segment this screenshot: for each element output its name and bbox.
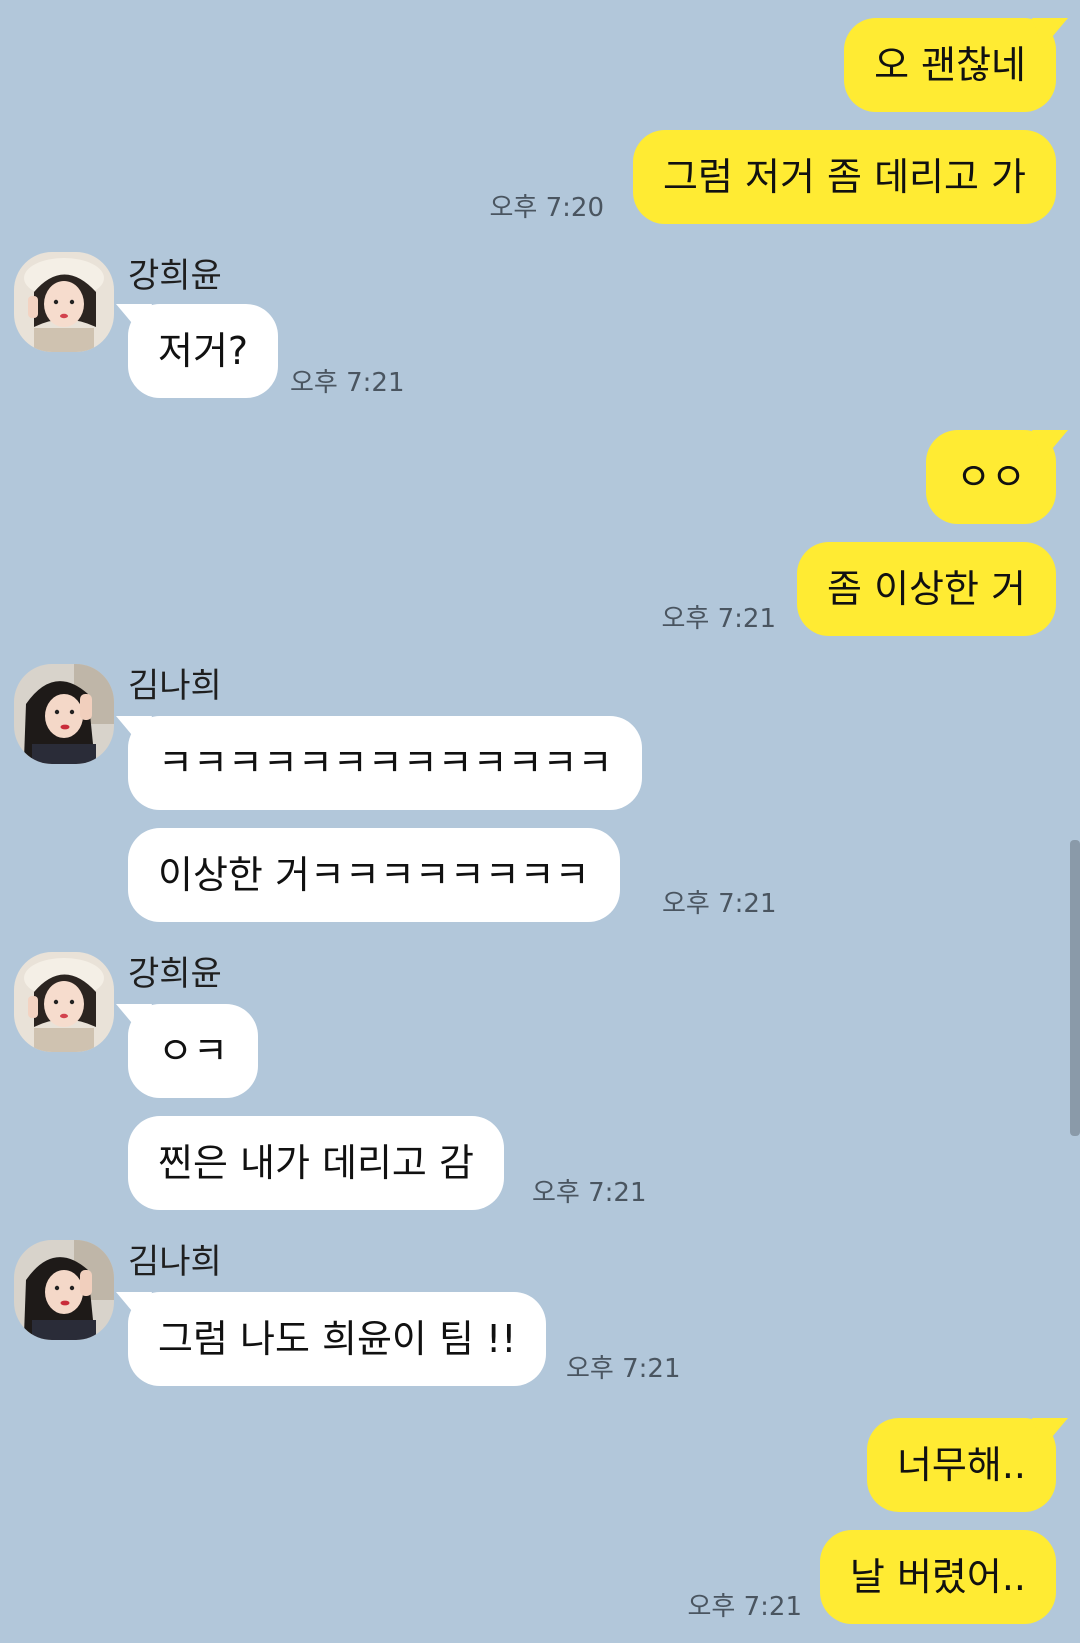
message-text: ㅇㅇ xyxy=(956,455,1026,499)
timestamp: 오후 7:21 xyxy=(532,1178,647,1208)
timestamp: 오후 7:21 xyxy=(687,1592,803,1622)
profile-photo-icon xyxy=(14,1240,114,1340)
avatar-heeyun[interactable] xyxy=(14,252,114,352)
their-message-bubble[interactable]: ㅇㅋ xyxy=(116,1004,258,1098)
message-text: 날 버렸어.. xyxy=(849,1555,1026,1599)
message-text: 찐은 내가 데리고 감 xyxy=(158,1141,474,1185)
sender-name: 김나희 xyxy=(128,1242,222,1282)
message-text: 그럼 나도 희윤이 팀 !! xyxy=(158,1317,517,1361)
my-message-bubble[interactable]: 그럼 저거 좀 데리고 가 xyxy=(633,130,1056,224)
bubble-tail xyxy=(116,1292,152,1322)
their-message-bubble[interactable]: 그럼 나도 희윤이 팀 !! xyxy=(116,1292,547,1386)
message-text: 이상한 거ㅋㅋㅋㅋㅋㅋㅋㅋ xyxy=(158,853,590,897)
my-message-bubble[interactable]: 오 괜찮네 xyxy=(844,18,1068,112)
bubble-tail xyxy=(116,304,152,334)
timestamp: 오후 7:21 xyxy=(290,368,405,398)
message-text: ㅇㅋ xyxy=(158,1029,228,1073)
timestamp: 오후 7:21 xyxy=(661,604,777,634)
their-message-bubble[interactable]: 저거? xyxy=(116,304,279,398)
timestamp: 오후 7:21 xyxy=(662,889,777,919)
scrollbar-thumb[interactable] xyxy=(1070,840,1080,1136)
bubble-tail xyxy=(116,1004,152,1034)
their-message-bubble[interactable]: 이상한 거ㅋㅋㅋㅋㅋㅋㅋㅋ xyxy=(128,828,620,922)
my-message-bubble[interactable]: 좀 이상한 거 xyxy=(797,542,1056,636)
sender-name: 김나희 xyxy=(128,666,222,706)
message-text: ㅋㅋㅋㅋㅋㅋㅋㅋㅋㅋㅋㅋㅋ xyxy=(158,741,613,785)
avatar-nahee[interactable] xyxy=(14,664,114,764)
timestamp: 오후 7:20 xyxy=(489,193,605,223)
bubble-tail xyxy=(1032,18,1068,48)
my-message-bubble[interactable]: ㅇㅇ xyxy=(926,430,1068,524)
bubble-tail xyxy=(1032,430,1068,460)
profile-photo-icon xyxy=(14,952,114,1052)
sender-name: 강희윤 xyxy=(128,954,222,994)
timestamp: 오후 7:21 xyxy=(566,1354,681,1384)
bubble-tail xyxy=(116,716,152,746)
message-text: 너무해.. xyxy=(896,1443,1026,1487)
avatar-heeyun[interactable] xyxy=(14,952,114,1052)
profile-photo-icon xyxy=(14,252,114,352)
avatar-nahee[interactable] xyxy=(14,1240,114,1340)
message-text: 좀 이상한 거 xyxy=(827,567,1026,611)
their-message-bubble[interactable]: ㅋㅋㅋㅋㅋㅋㅋㅋㅋㅋㅋㅋㅋ xyxy=(116,716,643,810)
bubble-tail xyxy=(1032,1418,1068,1448)
my-message-bubble[interactable]: 날 버렸어.. xyxy=(819,1530,1056,1624)
profile-photo-icon xyxy=(14,664,114,764)
their-message-bubble[interactable]: 찐은 내가 데리고 감 xyxy=(128,1116,504,1210)
message-text: 그럼 저거 좀 데리고 가 xyxy=(663,155,1026,199)
my-message-bubble[interactable]: 너무해.. xyxy=(866,1418,1068,1512)
message-text: 저거? xyxy=(158,329,249,373)
sender-name: 강희윤 xyxy=(128,256,222,296)
message-text: 오 괜찮네 xyxy=(874,43,1026,87)
